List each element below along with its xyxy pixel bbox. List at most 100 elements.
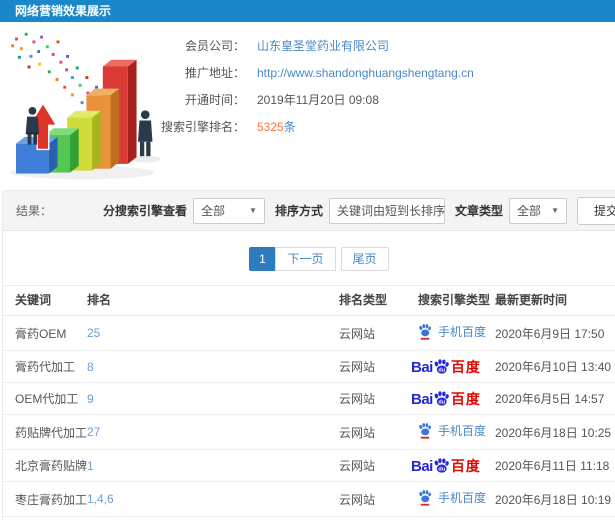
baidu-paw-icon: du — [434, 391, 449, 406]
updated-time-cell: 2020年6月10日 13:40 — [495, 350, 615, 383]
rank-type-cell: 云网站 — [339, 449, 418, 482]
column-header: 排名类型 — [339, 285, 418, 316]
svg-text:du: du — [438, 399, 445, 405]
rankings-table: 关键词 排名 排名类型 搜索引擎类型 最新更新时间 膏药OEM 25 云网站 手机百度 … — [3, 285, 615, 520]
rank-type-cell: 云网站 — [339, 315, 418, 351]
filter-controls: 分搜索引擎查看 全部 ▼ 排序方式 关键词由短到长排序 ▼ 文章类型 全部 ▼ … — [93, 196, 615, 225]
column-header: 排名 — [87, 285, 339, 316]
baidu-logo-bai: Bai — [411, 391, 433, 408]
company-info-list: 会员公司： 山东皇圣堂药业有限公司 推广地址： http://www.shand… — [160, 38, 615, 146]
rank-link[interactable]: 1 — [87, 449, 339, 482]
baidu-logo-cn: 百度 — [450, 359, 481, 375]
app-header: 网络营销效果展示 — [0, 0, 615, 22]
rank-link[interactable]: 27 — [87, 414, 339, 450]
updated-time-cell: 2020年6月18日 10:19 — [495, 481, 615, 517]
pagination-next-button[interactable]: 下一页 — [275, 247, 336, 271]
table-row: 医疗器械厂家 4 云网站 Bai du 百度 2020年5月29日 10:32 — [3, 516, 615, 520]
mobile-baidu-label: 手机百度 — [438, 325, 487, 339]
table-row: 膏药代加工 8 云网站 Bai du 百度 2020年6月10日 13:40 — [3, 350, 615, 383]
mobile-baidu-logo[interactable]: 手机百度 — [418, 323, 486, 340]
baidu-paw-icon — [419, 423, 431, 439]
info-label: 开通时间： — [184, 93, 245, 107]
table-row: 枣庄膏药加工 1,4,6 云网站 手机百度 2020年6月18日 10:19 — [3, 481, 615, 517]
engine-cell: Bai du 百度 — [418, 516, 495, 520]
pagination: 1 下一页 尾页 — [3, 231, 615, 285]
info-label: 会员公司： — [184, 39, 245, 53]
keyword-cell: OEM代加工 — [3, 382, 87, 415]
table-header-row: 关键词 排名 排名类型 搜索引擎类型 最新更新时间 — [3, 285, 615, 316]
article-type-label: 文章类型 — [454, 204, 503, 218]
engine-cell: Bai du 百度 — [411, 382, 495, 415]
updated-time-cell: 2020年6月18日 10:25 — [495, 414, 615, 450]
baidu-logo[interactable]: Bai du 百度 — [411, 390, 481, 407]
pagination-last-button[interactable]: 尾页 — [340, 247, 389, 271]
info-value[interactable]: http://www.shandonghuangshengtang.cn — [257, 65, 474, 81]
engine-filter-label: 分搜索引擎查看 — [102, 204, 187, 218]
table-row: 药贴牌代加工 27 云网站 手机百度 2020年6月18日 10:25 — [3, 414, 615, 450]
engine-cell: Bai du 百度 — [411, 350, 495, 383]
info-label: 推广地址： — [184, 66, 245, 80]
table-row: OEM代加工 9 云网站 Bai du 百度 2020年6月5日 14:57 — [3, 382, 615, 415]
keyword-cell: 膏药OEM — [3, 315, 87, 351]
baidu-logo-cn: 百度 — [450, 391, 481, 407]
mobile-baidu-logo[interactable]: 手机百度 — [418, 422, 486, 439]
engine-cell: 手机百度 — [418, 414, 495, 450]
rank-type-cell: 云网站 — [339, 382, 418, 415]
keyword-cell: 医疗器械厂家 — [3, 516, 87, 520]
chevron-down-icon: ▼ — [249, 206, 257, 215]
mobile-baidu-label: 手机百度 — [438, 491, 487, 505]
baidu-logo-bai: Bai — [411, 359, 433, 376]
hero-section: 会员公司： 山东皇圣堂药业有限公司 推广地址： http://www.shand… — [0, 22, 615, 190]
rank-type-cell: 云网站 — [339, 481, 418, 517]
keyword-cell: 枣庄膏药加工 — [3, 481, 87, 517]
keyword-cell: 北京膏药贴牌 — [3, 449, 87, 482]
info-value: 5325条 — [257, 120, 296, 134]
column-header: 最新更新时间 — [495, 285, 615, 316]
info-label: 搜索引擎排名： — [160, 120, 245, 134]
info-value: 2019年11月20日 09:08 — [257, 93, 379, 107]
businessman-right — [138, 110, 153, 157]
updated-time-cell: 2020年6月9日 17:50 — [495, 315, 615, 351]
column-header: 搜索引擎类型 — [418, 285, 495, 316]
rank-link[interactable]: 1,4,6 — [87, 481, 339, 517]
updated-time-cell: 2020年5月29日 10:32 — [495, 516, 615, 520]
mobile-baidu-label: 手机百度 — [438, 424, 487, 438]
engine-cell: 手机百度 — [418, 315, 495, 351]
sort-select[interactable]: 关键词由短到长排序 ▼ — [328, 197, 462, 224]
svg-text:du: du — [438, 466, 445, 472]
filter-bar: 结果： 分搜索引擎查看 全部 ▼ 排序方式 关键词由短到长排序 ▼ 文章类型 全… — [3, 191, 615, 231]
info-value[interactable]: 山东皇圣堂药业有限公司 — [257, 38, 389, 54]
baidu-paw-icon: du — [434, 458, 449, 473]
rank-link[interactable]: 8 — [87, 350, 339, 383]
sort-filter-label: 排序方式 — [274, 204, 323, 218]
submit-button[interactable]: 提交 — [577, 196, 615, 225]
mobile-baidu-logo[interactable]: 手机百度 — [418, 489, 486, 506]
column-header: 关键词 — [3, 285, 87, 316]
rank-type-cell: 云网站 — [339, 350, 418, 383]
baidu-logo[interactable]: Bai du 百度 — [411, 358, 481, 375]
pagination-current-page[interactable]: 1 — [249, 247, 276, 271]
baidu-logo-bai: Bai — [411, 458, 433, 475]
rank-link[interactable]: 9 — [87, 382, 339, 415]
table-row: 北京膏药贴牌 1 云网站 Bai du 百度 2020年6月11日 11:18 — [3, 449, 615, 482]
engine-select[interactable]: 全部 ▼ — [192, 197, 265, 224]
info-row: 推广地址： http://www.shandonghuangshengtang.… — [160, 65, 615, 81]
rank-type-cell: 云网站 — [339, 414, 418, 450]
engine-cell: 手机百度 — [418, 481, 495, 517]
rank-link[interactable]: 4 — [87, 516, 339, 520]
article-type-select[interactable]: 全部 ▼ — [509, 197, 567, 224]
info-row: 开通时间： 2019年11月20日 09:08 — [160, 92, 615, 108]
updated-time-cell: 2020年6月5日 14:57 — [495, 382, 615, 415]
page-title: 网络营销效果展示 — [15, 4, 112, 18]
baidu-logo-cn: 百度 — [450, 458, 481, 474]
baidu-logo[interactable]: Bai du 百度 — [411, 457, 481, 474]
result-label: 结果： — [16, 204, 53, 218]
chevron-down-icon: ▼ — [551, 206, 559, 215]
baidu-paw-icon: du — [434, 359, 449, 374]
keyword-cell: 膏药代加工 — [3, 350, 87, 383]
table-row: 膏药OEM 25 云网站 手机百度 2020年6月9日 17:50 — [3, 315, 615, 351]
rank-link[interactable]: 25 — [87, 315, 339, 351]
baidu-paw-icon — [419, 324, 431, 340]
updated-time-cell: 2020年6月11日 11:18 — [495, 449, 615, 482]
keyword-cell: 药贴牌代加工 — [3, 414, 87, 450]
